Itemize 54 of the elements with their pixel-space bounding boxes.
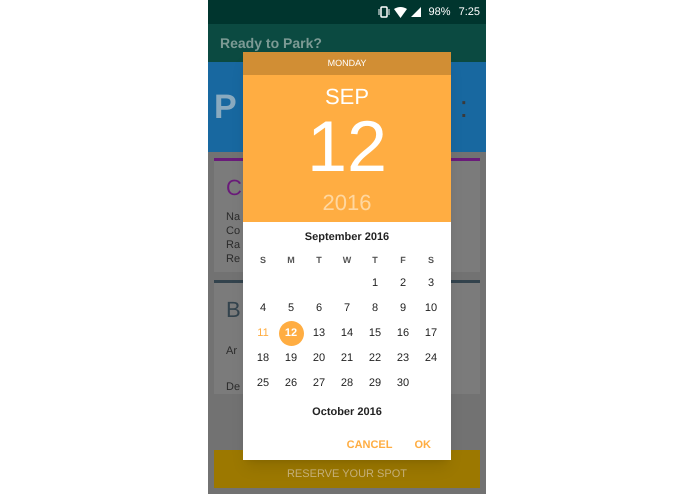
calendar-day[interactable]: 2 xyxy=(390,270,416,296)
calendar-day[interactable]: 23 xyxy=(390,346,416,370)
weekday-label: S xyxy=(426,254,435,267)
card-text: Co xyxy=(226,224,240,238)
calendar-day[interactable]: 21 xyxy=(334,346,360,370)
calendar-day[interactable]: 10 xyxy=(418,296,444,320)
calendar-day[interactable]: 5 xyxy=(278,296,304,320)
calendar-day[interactable]: 28 xyxy=(334,370,360,396)
card-text: De xyxy=(226,380,240,394)
banner-text: : xyxy=(460,90,468,126)
calendar-day[interactable]: 18 xyxy=(250,346,276,370)
card-heading: C xyxy=(226,174,242,202)
month-title: September 2016 xyxy=(304,230,390,245)
calendar-day[interactable]: 16 xyxy=(390,320,416,346)
weekday-header: MONDAY xyxy=(243,52,451,75)
calendar-day[interactable]: 1 xyxy=(362,270,388,296)
calendar-day[interactable]: 15 xyxy=(362,320,388,346)
battery-percent: 98% xyxy=(428,4,451,20)
card-text: Ar xyxy=(226,344,237,358)
weekday-label: M xyxy=(286,254,296,267)
app-title: Ready to Park? xyxy=(220,34,322,53)
card-text: Na xyxy=(226,210,240,224)
calendar-day[interactable]: 13 xyxy=(306,320,332,346)
calendar-day[interactable]: 14 xyxy=(334,320,360,346)
calendar-day[interactable]: 7 xyxy=(334,296,360,320)
calendar-day[interactable]: 22 xyxy=(362,346,388,370)
wifi-icon xyxy=(394,6,407,18)
weekday-label: W xyxy=(342,254,352,267)
calendar-day[interactable]: 6 xyxy=(306,296,332,320)
vibrate-icon xyxy=(378,6,390,18)
calendar-day[interactable]: 4 xyxy=(250,296,276,320)
calendar-day[interactable]: 17 xyxy=(418,320,444,346)
card-heading: B xyxy=(226,296,241,324)
banner-text: P xyxy=(214,86,237,128)
calendar-day[interactable]: 19 xyxy=(278,346,304,370)
signal-icon xyxy=(410,7,421,17)
card-text: Re xyxy=(226,252,240,266)
weekday-label: T xyxy=(371,254,379,267)
calendar-day[interactable]: 3 xyxy=(418,270,444,296)
calendar-day[interactable]: 8 xyxy=(362,296,388,320)
weekday-label: F xyxy=(399,254,407,267)
month-title: October 2016 xyxy=(311,404,383,420)
card-text: Ra xyxy=(226,238,240,252)
calendar-day[interactable]: 20 xyxy=(306,346,332,370)
calendar-day[interactable]: 24 xyxy=(418,346,444,370)
clock: 7:25 xyxy=(458,4,480,20)
weekday-label: T xyxy=(315,254,323,267)
calendar-day[interactable]: 30 xyxy=(390,370,416,396)
calendar-day[interactable]: 26 xyxy=(278,370,304,396)
weekday-label: S xyxy=(258,254,267,267)
calendar-day[interactable]: 25 xyxy=(250,370,276,396)
calendar-day[interactable]: 9 xyxy=(390,296,416,320)
calendar-day[interactable]: 27 xyxy=(306,370,332,396)
calendar-day[interactable]: 29 xyxy=(362,370,388,396)
